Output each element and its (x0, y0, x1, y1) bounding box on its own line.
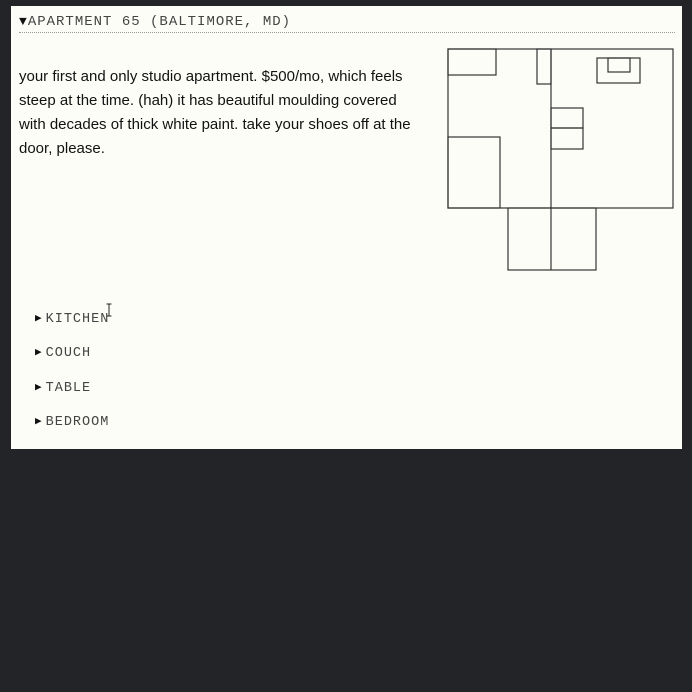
floorplan-entry-nook (536, 48, 552, 85)
floorplan-drawing (447, 48, 674, 271)
subsection-label: KITCHEN (45, 312, 110, 327)
apartment-description: your first and only studio apartment. $5… (19, 68, 411, 157)
floorplan-porch (507, 207, 597, 271)
apartment-section-toggle[interactable]: ▼APARTMENT 65 (BALTIMORE, MD) (19, 14, 675, 33)
apartment-details-panel: ▼APARTMENT 65 (BALTIMORE, MD) your first… (11, 6, 682, 449)
subsection-label: COUCH (45, 346, 92, 361)
triangle-right-icon: ▶ (35, 382, 42, 394)
floorplan-bed (447, 136, 501, 209)
triangle-right-icon: ▶ (35, 313, 42, 325)
subsection-table[interactable]: ▶ TABLE (35, 381, 91, 397)
triangle-down-icon: ▼ (19, 14, 27, 29)
apartment-title: APARTMENT 65 (BALTIMORE, MD) (27, 14, 292, 30)
triangle-right-icon: ▶ (35, 347, 42, 359)
floorplan-shelf-bottom (550, 127, 584, 150)
triangle-right-icon: ▶ (35, 416, 42, 428)
floorplan-shelf-top (550, 107, 584, 129)
subsection-kitchen[interactable]: ▶ KITCHEN (35, 312, 109, 328)
floorplan-tub (596, 57, 641, 84)
subsection-label: TABLE (45, 381, 92, 396)
subsection-bedroom[interactable]: ▶ BEDROOM (35, 415, 109, 431)
floorplan-closet (447, 48, 497, 76)
floorplan-sink (607, 57, 631, 73)
subsection-couch[interactable]: ▶ COUCH (35, 346, 91, 362)
subsection-label: BEDROOM (45, 415, 110, 430)
